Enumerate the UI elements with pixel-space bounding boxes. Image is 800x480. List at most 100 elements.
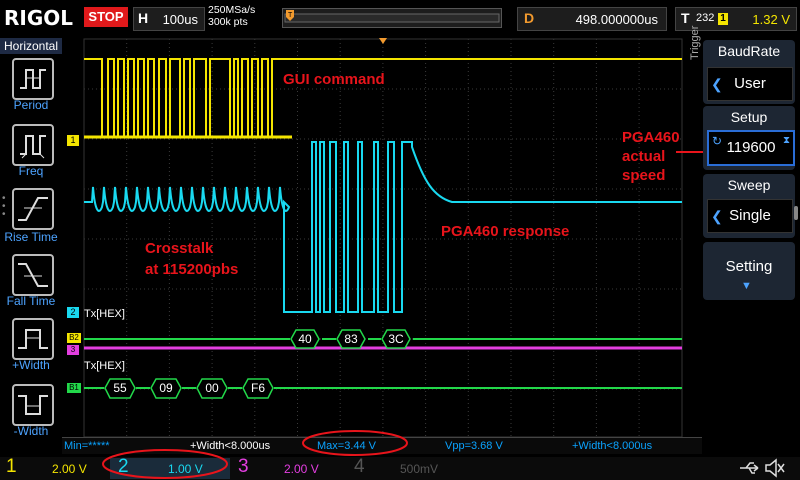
- delay-value: 498.000000us: [575, 12, 658, 27]
- fall-time-icon: [18, 263, 48, 287]
- freq-label: Freq: [18, 164, 44, 178]
- acquisition-info: 250MSa/s 300k pts: [208, 4, 255, 28]
- ch1-number: 1: [6, 456, 17, 477]
- ch4-number: 4: [354, 456, 365, 477]
- ch2-highlight-circle: [102, 449, 228, 479]
- setup-title: Setup: [730, 109, 768, 125]
- freq-button[interactable]: [12, 124, 54, 166]
- chevron-left-icon: ❮: [711, 76, 723, 92]
- rotate-knob-icon: ↻: [712, 134, 723, 148]
- annotation-gui-command: GUI command: [283, 71, 385, 88]
- ch3-scale: 2.00 V: [284, 462, 319, 476]
- ch2-marker[interactable]: 2: [67, 307, 79, 318]
- period-button[interactable]: [12, 58, 54, 100]
- setup-value-text: 119600: [726, 139, 776, 156]
- annotation-pga-response: PGA460 response: [441, 223, 570, 240]
- annotation-pga-actual-2: actual: [622, 148, 666, 165]
- ch1-marker[interactable]: 1: [67, 135, 79, 146]
- horizontal-panel-title: Horizontal: [0, 38, 62, 54]
- bus1-marker[interactable]: B1: [67, 383, 81, 393]
- ch1-status[interactable]: 1 2.00 V: [0, 456, 110, 479]
- ch3-marker[interactable]: 3: [67, 345, 79, 355]
- period-icon: [20, 69, 46, 89]
- timebase-display[interactable]: H 100us: [133, 7, 205, 31]
- b1-byte-1: 09: [150, 378, 182, 399]
- rise-time-icon: [18, 197, 48, 221]
- b1-byte-text: 55: [113, 381, 127, 395]
- setting-label: Setting: [725, 258, 773, 275]
- bus2-decode-label: Tx[HEX]: [84, 308, 125, 320]
- b2-byte-text: 40: [298, 332, 312, 346]
- b2-byte-2: 3C: [381, 329, 411, 349]
- sample-rate: 250MSa/s: [208, 4, 256, 16]
- b2-byte-text: 83: [344, 332, 358, 346]
- waveform-display: [62, 37, 702, 437]
- pos-width-button[interactable]: [12, 318, 54, 360]
- rigol-logo: RIGOL: [4, 6, 74, 30]
- fall-time-button[interactable]: [12, 254, 54, 296]
- menu-scroll-indicator: [794, 206, 798, 220]
- bus2-marker[interactable]: B2: [67, 333, 81, 343]
- knob-arrows-icon: ⧗: [782, 135, 790, 146]
- neg-width-icon: [18, 395, 48, 415]
- b1-byte-text: F6: [250, 381, 265, 395]
- rise-time-label: Rise Time: [4, 230, 58, 244]
- speaker-muted-icon[interactable]: [764, 458, 786, 478]
- annotation-pga-actual-3: speed: [622, 167, 666, 184]
- baudrate-value[interactable]: ❮ User: [707, 67, 793, 101]
- delay-display[interactable]: D 498.000000us: [517, 7, 667, 31]
- sweep-value-text: Single: [729, 207, 771, 224]
- svg-text:T: T: [288, 12, 293, 19]
- timebase-value: 100us: [162, 12, 198, 27]
- neg-width-button[interactable]: [12, 384, 54, 426]
- trigger-key: T: [681, 10, 690, 26]
- max-highlight-circle: [302, 430, 408, 456]
- annotation-pga-actual-1: PGA460: [622, 129, 680, 146]
- setup-value-input[interactable]: ↻ ⧗ 119600: [707, 130, 795, 166]
- baudrate-value-text: User: [734, 75, 766, 92]
- trigger-side-label: Trigger: [689, 25, 701, 60]
- neg-width-label: -Width: [13, 424, 49, 438]
- trigger-level: 1.32 V: [752, 12, 790, 27]
- b2-byte-1: 83: [336, 329, 366, 349]
- rise-time-button[interactable]: [12, 188, 54, 230]
- b1-byte-3: F6: [242, 378, 274, 399]
- memory-depth: 300k pts: [208, 16, 248, 28]
- trigger-status: 232: [696, 12, 715, 24]
- pos-width-icon: [18, 329, 48, 349]
- b1-byte-text: 00: [205, 381, 219, 395]
- ch1-scale: 2.00 V: [52, 462, 87, 476]
- sweep-title: Sweep: [727, 177, 771, 193]
- usb-icon: [740, 462, 759, 474]
- annotation-crosstalk-1: Crosstalk: [145, 240, 214, 257]
- annotation-crosstalk-2: at 115200pbs: [145, 261, 239, 278]
- b1-byte-text: 09: [159, 381, 173, 395]
- b2-byte-text: 3C: [388, 332, 404, 346]
- b1-byte-0: 55: [104, 378, 136, 399]
- chevron-left-icon: ❮: [711, 208, 723, 224]
- meas-pos-width-2[interactable]: +Width<8.000us: [572, 440, 652, 452]
- ch3-status[interactable]: 3 2.00 V: [232, 456, 342, 479]
- period-label: Period: [13, 98, 49, 112]
- left-scroll-dots: • • •: [2, 193, 6, 220]
- ch4-scale: 500mV: [400, 462, 439, 476]
- meas-vpp[interactable]: Vpp=3.68 V: [445, 440, 503, 452]
- delay-key: D: [524, 10, 535, 26]
- freq-icon: [20, 135, 46, 159]
- run-stop-indicator[interactable]: STOP: [84, 7, 128, 27]
- trigger-source: 1: [718, 13, 728, 25]
- timebase-key: H: [138, 10, 149, 26]
- memory-position-bar[interactable]: T: [282, 8, 502, 28]
- baudrate-title: BaudRate: [717, 43, 781, 59]
- top-status-bar: RIGOL STOP H 100us 250MSa/s 300k pts T D…: [0, 0, 800, 36]
- sweep-value[interactable]: ❮ Single: [707, 199, 793, 233]
- annotation-pga-actual-speed: PGA460 actual speed: [622, 128, 680, 185]
- trigger-position-marker: T: [284, 10, 500, 23]
- bus1-decode-label: Tx[HEX]: [84, 360, 125, 372]
- ch3-number: 3: [238, 456, 249, 477]
- fall-time-label: Fall Time: [6, 294, 56, 308]
- pos-width-label: +Width: [12, 358, 50, 372]
- ch4-status[interactable]: 4 500mV: [350, 456, 460, 479]
- chevron-down-icon: ▼: [741, 280, 752, 292]
- b2-byte-0: 40: [290, 329, 320, 349]
